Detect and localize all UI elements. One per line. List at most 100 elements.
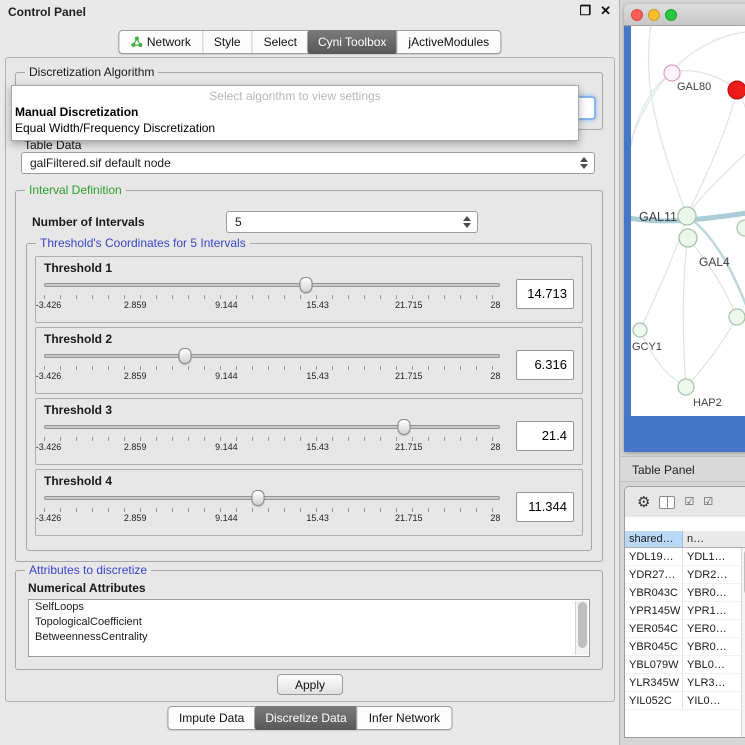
threshold-1-value-field[interactable] — [516, 279, 574, 309]
threshold-4-value-field[interactable] — [516, 492, 574, 522]
list-item-betweennesscentrality[interactable]: BetweennessCentrality — [29, 630, 589, 645]
list-item-topologicalcoefficient[interactable]: TopologicalCoefficient — [29, 615, 589, 630]
tab-jactivemodules[interactable]: jActiveModules — [396, 31, 500, 53]
threshold-3-slider[interactable]: -3.4262.8599.14415.4321.71528 — [44, 418, 506, 453]
menu-item-manual-discretization[interactable]: Manual Discretization — [12, 104, 578, 120]
threshold-2-value-field[interactable] — [516, 350, 574, 380]
tab-label: Cyni Toolbox — [318, 35, 386, 49]
control-panel-titlebar[interactable]: Control Panel ❒ ✕ — [0, 0, 619, 24]
tab-impute-data[interactable]: Impute Data — [168, 707, 255, 729]
tab-label: Impute Data — [179, 711, 244, 725]
threshold-2-label: Threshold 2 — [44, 332, 574, 346]
gear-icon[interactable]: ⚙ — [637, 495, 650, 510]
zoom-traffic-light[interactable] — [665, 9, 677, 21]
network-node-right-2[interactable] — [729, 309, 745, 325]
slider-thumb[interactable] — [300, 277, 313, 293]
column-header-name[interactable]: n… — [683, 531, 745, 547]
network-node-hap2[interactable] — [678, 379, 694, 395]
slider-track[interactable] — [44, 354, 500, 358]
tab-style[interactable]: Style — [202, 31, 252, 53]
threshold-1-box: Threshold 1 -3.4262.8599.14415.4321.7152… — [35, 256, 583, 323]
number-of-intervals-value: 5 — [235, 215, 242, 229]
threshold-4-slider[interactable]: -3.4262.8599.14415.4321.71528 — [44, 489, 506, 524]
control-panel-window: Control Panel ❒ ✕ Network Style Select C… — [0, 0, 620, 745]
network-window-titlebar[interactable] — [624, 4, 745, 26]
tab-discretize-data[interactable]: Discretize Data — [254, 706, 357, 730]
threshold-3-label: Threshold 3 — [44, 403, 574, 417]
number-of-intervals-combobox[interactable]: 5 — [226, 211, 478, 233]
apply-button[interactable]: Apply — [277, 674, 343, 695]
slider-track[interactable] — [44, 283, 500, 287]
menu-item-equal-width-frequency[interactable]: Equal Width/Frequency Discretization — [12, 120, 578, 136]
table-panel-strip: Table Panel — [621, 456, 745, 482]
table-data-combobox[interactable]: galFiltered.sif default node — [21, 152, 595, 174]
network-node-selected-red[interactable] — [728, 81, 745, 99]
table-row[interactable]: YIL052CYIL0… — [625, 692, 745, 710]
checkbox-icon-2[interactable]: ☑ — [703, 497, 713, 508]
close-window-icon[interactable]: ✕ — [600, 3, 611, 19]
table-row[interactable]: YBR045CYBR0… — [625, 638, 745, 656]
node-label-gal80: GAL80 — [677, 81, 711, 93]
table-row[interactable]: YDR27…YDR2… — [625, 566, 745, 584]
column-header-shared-name[interactable]: shared… — [625, 531, 683, 547]
list-item-selfloops[interactable]: SelfLoops — [29, 600, 589, 615]
network-node-gal4[interactable] — [679, 229, 697, 247]
slider-ticks — [44, 508, 500, 512]
scrollbar-thumb[interactable] — [578, 602, 587, 648]
network-node-gcy1[interactable] — [633, 323, 647, 337]
table-panel-window: ⚙ ☑ ☑ shared… n… YDL19…YDL1… YDR27…YDR2…… — [624, 486, 745, 738]
tab-label: Infer Network — [369, 711, 440, 725]
table-row[interactable]: YLR345WYLR3… — [625, 674, 745, 692]
tab-network[interactable]: Network — [119, 31, 202, 53]
combo-stepper-icon — [461, 212, 473, 232]
slider-tick-labels: -3.4262.8599.14415.4321.71528 — [44, 300, 500, 311]
table-scrollbar[interactable] — [741, 548, 745, 738]
slider-thumb[interactable] — [398, 419, 411, 435]
network-node-gal80[interactable] — [664, 65, 680, 81]
slider-thumb[interactable] — [252, 490, 265, 506]
network-view-frame: GAL80 GAL11 GAL4 GCY1 HAP2 — [624, 26, 745, 452]
float-window-icon[interactable]: ❒ — [579, 3, 591, 19]
slider-ticks — [44, 437, 500, 441]
threshold-2-slider[interactable]: -3.4262.8599.14415.4321.71528 — [44, 347, 506, 382]
threshold-3-box: Threshold 3 -3.4262.8599.14415.4321.7152… — [35, 398, 583, 465]
table-data-value: galFiltered.sif default node — [30, 156, 171, 170]
slider-tick-labels: -3.4262.8599.14415.4321.71528 — [44, 442, 500, 453]
attributes-list-scrollbar[interactable] — [575, 601, 588, 655]
tab-select[interactable]: Select — [252, 31, 308, 53]
table-row[interactable]: YDL19…YDL1… — [625, 548, 745, 566]
threshold-1-slider[interactable]: -3.4262.8599.14415.4321.71528 — [44, 276, 506, 311]
table-row[interactable]: YER054CYER0… — [625, 620, 745, 638]
close-traffic-light[interactable] — [631, 9, 643, 21]
checkbox-icon-1[interactable]: ☑ — [684, 497, 694, 508]
network-node-gal11[interactable] — [678, 207, 696, 225]
network-canvas[interactable]: GAL80 GAL11 GAL4 GCY1 HAP2 — [631, 26, 745, 416]
threshold-4-label: Threshold 4 — [44, 474, 574, 488]
threshold-4-box: Threshold 4 -3.4262.8599.14415.4321.7152… — [35, 469, 583, 536]
tab-label: Select — [264, 35, 297, 49]
network-node-right-1[interactable] — [737, 220, 745, 236]
tab-cyni-toolbox[interactable]: Cyni Toolbox — [307, 30, 397, 54]
slider-ticks — [44, 295, 500, 299]
numerical-attributes-label: Numerical Attributes — [28, 581, 146, 595]
node-table: shared… n… YDL19…YDL1… YDR27…YDR2… YBR04… — [625, 517, 745, 738]
slider-thumb[interactable] — [179, 348, 192, 364]
tab-infer-network[interactable]: Infer Network — [357, 707, 451, 729]
table-row[interactable]: YPR145WYPR1… — [625, 602, 745, 620]
table-row[interactable]: YBR043CYBR0… — [625, 584, 745, 602]
slider-track[interactable] — [44, 425, 500, 429]
table-row[interactable]: YBL079WYBL0… — [625, 656, 745, 674]
threshold-3-value-field[interactable] — [516, 421, 574, 451]
node-label-hap2: HAP2 — [693, 397, 722, 409]
attributes-to-discretize-group: Attributes to discretize Numerical Attri… — [15, 570, 603, 670]
network-view-window[interactable]: GAL80 GAL11 GAL4 GCY1 HAP2 — [624, 4, 745, 452]
slider-ticks — [44, 366, 500, 370]
columns-icon[interactable] — [659, 496, 675, 509]
numerical-attributes-list[interactable]: SelfLoops TopologicalCoefficient Between… — [28, 599, 590, 657]
node-label-gal11: GAL11 — [639, 210, 677, 224]
minimize-traffic-light[interactable] — [648, 9, 660, 21]
slider-track[interactable] — [44, 496, 500, 500]
control-panel-title: Control Panel — [8, 5, 86, 19]
node-label-gcy1: GCY1 — [632, 341, 662, 353]
tab-label: Network — [147, 35, 191, 49]
